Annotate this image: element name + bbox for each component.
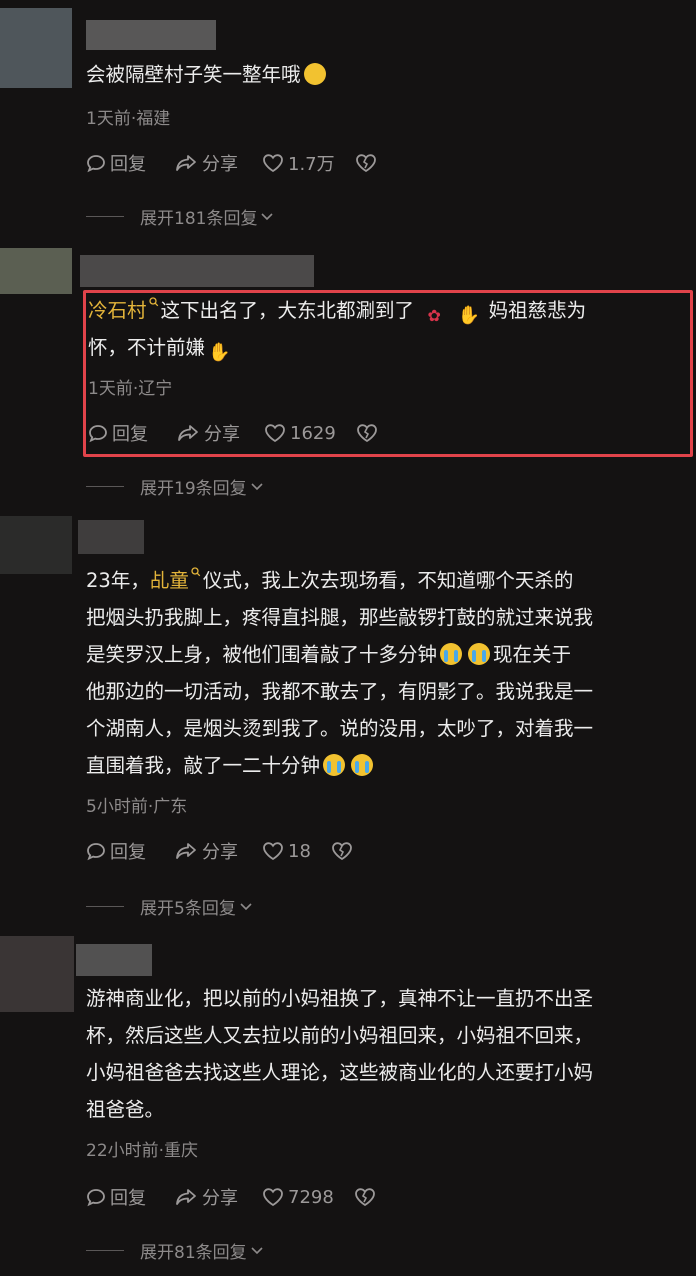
broken-heart-icon: [354, 1188, 375, 1207]
crying-emoji-icon: [468, 643, 491, 665]
expand-replies-button[interactable]: 展开5条回复: [86, 894, 253, 919]
heart-icon: [263, 1188, 283, 1207]
reply-icon: [87, 1189, 105, 1207]
comment-time-location: 22小时前·重庆: [86, 1141, 199, 1161]
comment-text: 23年，乩童 仪式，我上次去现场看，不知道哪个天杀的 把烟头扔我脚上，疼得直抖腿，…: [86, 567, 594, 777]
username-redacted[interactable]: [76, 944, 152, 976]
reply-icon: [87, 155, 105, 173]
username-redacted[interactable]: [78, 520, 144, 554]
divider: [86, 1250, 124, 1251]
avatar[interactable]: [0, 516, 72, 574]
like-button[interactable]: 7298: [262, 1187, 334, 1208]
share-button[interactable]: 分享: [174, 150, 238, 176]
chevron-down-icon: [261, 212, 274, 220]
mention-link[interactable]: 乩童: [150, 569, 189, 592]
avatar[interactable]: [0, 8, 72, 88]
like-button[interactable]: 1.7万: [262, 150, 335, 176]
comment-time-location: 5小时前·广东: [86, 797, 188, 817]
share-button[interactable]: 分享: [174, 838, 238, 864]
crying-emoji-icon: [323, 754, 346, 776]
avatar[interactable]: [0, 936, 74, 1012]
smirk-emoji-icon: [303, 63, 326, 85]
highlight-box: [83, 290, 693, 457]
dislike-button[interactable]: [331, 841, 353, 861]
crying-emoji-icon: [351, 754, 374, 776]
comment-actions: 回复 分享 1.7万: [86, 150, 377, 176]
reply-button[interactable]: 回复: [86, 150, 146, 176]
comment-actions: 回复 分享 7298: [86, 1184, 376, 1210]
divider: [86, 486, 124, 487]
reply-icon: [87, 843, 105, 861]
expand-replies-button[interactable]: 展开181条回复: [86, 204, 274, 229]
comment-time-location: 1天前·福建: [86, 109, 171, 129]
search-icon: [191, 567, 201, 577]
username-redacted[interactable]: [86, 20, 216, 50]
comment-text: 会被隔壁村子笑一整年哦: [86, 56, 329, 93]
broken-heart-icon: [332, 842, 352, 861]
reply-button[interactable]: 回复: [86, 1184, 146, 1210]
dislike-button[interactable]: [354, 1187, 376, 1207]
divider: [86, 906, 124, 907]
expand-replies-button[interactable]: 展开19条回复: [86, 474, 264, 499]
share-icon: [176, 1189, 196, 1205]
share-button[interactable]: 分享: [174, 1184, 238, 1210]
avatar[interactable]: [0, 248, 72, 294]
divider: [86, 216, 124, 217]
comment-text: 游神商业化，把以前的小妈祖换了，真神不让一直扔不出圣 杯，然后这些人又去拉以前的…: [86, 987, 594, 1121]
broken-heart-icon: [355, 154, 376, 173]
crying-emoji-icon: [440, 643, 463, 665]
chevron-down-icon: [251, 1246, 263, 1254]
dislike-button[interactable]: [355, 153, 377, 173]
username-redacted[interactable]: [80, 255, 314, 287]
chevron-down-icon: [240, 902, 252, 910]
like-button[interactable]: 18: [262, 841, 311, 862]
heart-icon: [263, 154, 283, 173]
heart-icon: [263, 842, 283, 861]
comment-actions: 回复 分享 18: [86, 838, 353, 864]
reply-button[interactable]: 回复: [86, 838, 146, 864]
share-icon: [176, 155, 196, 171]
chevron-down-icon: [251, 482, 263, 490]
share-icon: [176, 843, 196, 859]
expand-replies-button[interactable]: 展开81条回复: [86, 1238, 264, 1263]
